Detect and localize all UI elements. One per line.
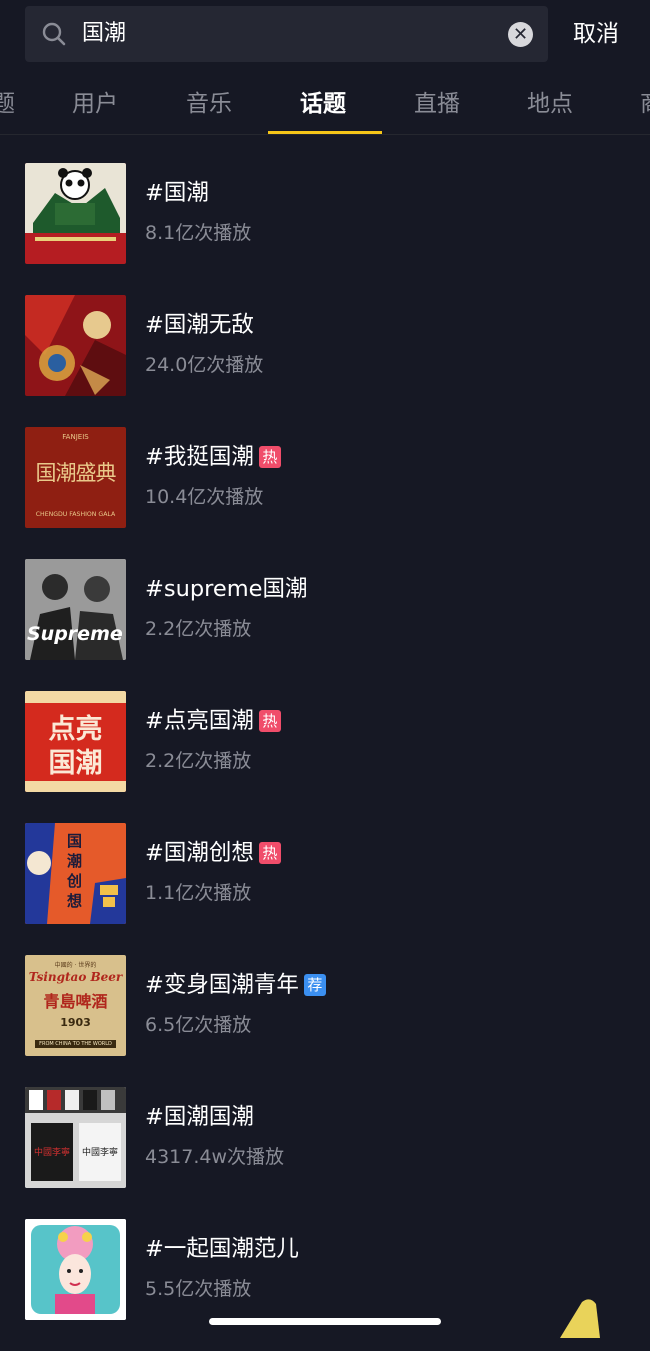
topic-title: #一起国潮范儿 [145,1236,299,1262]
tab-music[interactable]: 音乐 [186,89,232,119]
thumbnail-caption: 国潮盛典 [35,461,117,485]
topic-thumbnail: FANJEIS 国潮盛典 CHENGDU FASHION GALA [25,427,126,528]
topic-thumbnail: Supreme [25,559,126,660]
tab-partial-left[interactable]: 题 [0,89,15,119]
topic-title: #我挺国潮热 [145,441,281,473]
topic-title: #国潮创想热 [145,837,281,869]
thumbnail-caption: 青島啤酒 [43,992,108,1011]
topic-item[interactable]: #国潮无敌 24.0亿次播放 [0,295,650,427]
thumbnail-caption: 中國的 · 世界的 [54,962,97,969]
search-bar[interactable]: ✕ [25,6,548,62]
topic-play-count: 10.4亿次播放 [145,486,264,508]
thumbnail-caption: Tsingtao Beer [28,970,123,984]
thumbnail-caption: FROM CHINA TO THE WORLD [35,1040,116,1048]
thumbnail-caption: 国潮 [48,748,103,779]
search-icon [41,21,67,47]
tab-live[interactable]: 直播 [414,89,460,119]
active-tab-indicator [268,131,382,134]
thumbnail-caption: 中國李寧 [33,1148,70,1158]
hot-badge: 热 [258,446,281,468]
topic-thumbnail [25,1219,126,1320]
topic-thumbnail: 国潮创想 [25,823,126,924]
tab-partial-right[interactable]: 商 [640,89,650,119]
home-indicator[interactable] [209,1318,441,1325]
tab-places[interactable]: 地点 [527,89,573,119]
topic-item[interactable]: FANJEIS 国潮盛典 CHENGDU FASHION GALA #我挺国潮热… [0,427,650,559]
topic-play-count: 2.2亿次播放 [145,618,252,640]
topic-play-count: 5.5亿次播放 [145,1278,252,1300]
floating-decoration [560,1296,600,1338]
clear-search-icon[interactable]: ✕ [508,22,533,47]
topic-title: #变身国潮青年荐 [145,969,326,1001]
topic-play-count: 8.1亿次播放 [145,222,252,244]
topic-title: #国潮 [145,180,209,206]
thumbnail-caption: CHENGDU FASHION GALA [35,511,116,518]
topic-thumbnail [25,163,126,264]
topic-item[interactable]: #国潮 8.1亿次播放 [0,163,650,295]
topic-thumbnail: 点亮 国潮 [25,691,126,792]
thumbnail-caption: 中國李寧 [81,1148,118,1158]
topic-play-count: 6.5亿次播放 [145,1014,252,1036]
thumbnail-caption: Supreme [27,623,123,645]
topic-thumbnail: 中國的 · 世界的 Tsingtao Beer 青島啤酒 1903 FROM C… [25,955,126,1056]
topic-title: #国潮无敌 [145,312,254,338]
topic-item[interactable]: Supreme #supreme国潮 2.2亿次播放 [0,559,650,691]
search-input[interactable] [82,19,502,49]
topic-play-count: 4317.4w次播放 [145,1146,285,1168]
topic-item[interactable]: 国潮创想 #国潮创想热 1.1亿次播放 [0,823,650,955]
cancel-button[interactable]: 取消 [573,17,619,51]
thumbnail-caption: FANJEIS [62,433,89,441]
topic-title: #国潮国潮 [145,1104,254,1130]
topic-play-count: 1.1亿次播放 [145,882,252,904]
tab-users[interactable]: 用户 [72,89,118,119]
topic-thumbnail [25,295,126,396]
thumbnail-caption: 国潮创想 [67,832,83,910]
category-tabs: 题 用户 音乐 话题 直播 地点 商 [0,72,650,135]
topic-item[interactable]: 点亮 国潮 #点亮国潮热 2.2亿次播放 [0,691,650,823]
topic-list: #国潮 8.1亿次播放 #国潮无敌 24.0亿次播放 FANJEIS 国潮盛典 … [0,163,650,1351]
recommended-badge: 荐 [303,974,326,996]
topic-title: #点亮国潮热 [145,705,281,737]
hot-badge: 热 [258,710,281,732]
thumbnail-caption: 1903 [60,1016,91,1029]
topic-item[interactable]: #一起国潮范儿 5.5亿次播放 [0,1219,650,1351]
topic-title: #supreme国潮 [145,576,308,602]
topic-item[interactable]: 中國的 · 世界的 Tsingtao Beer 青島啤酒 1903 FROM C… [0,955,650,1087]
topic-play-count: 2.2亿次播放 [145,750,252,772]
topic-thumbnail: 中國李寧 中國李寧 [25,1087,126,1188]
hot-badge: 热 [258,842,281,864]
topic-play-count: 24.0亿次播放 [145,354,264,376]
tab-topics[interactable]: 话题 [300,89,346,119]
topic-item[interactable]: 中國李寧 中國李寧 #国潮国潮 4317.4w次播放 [0,1087,650,1219]
